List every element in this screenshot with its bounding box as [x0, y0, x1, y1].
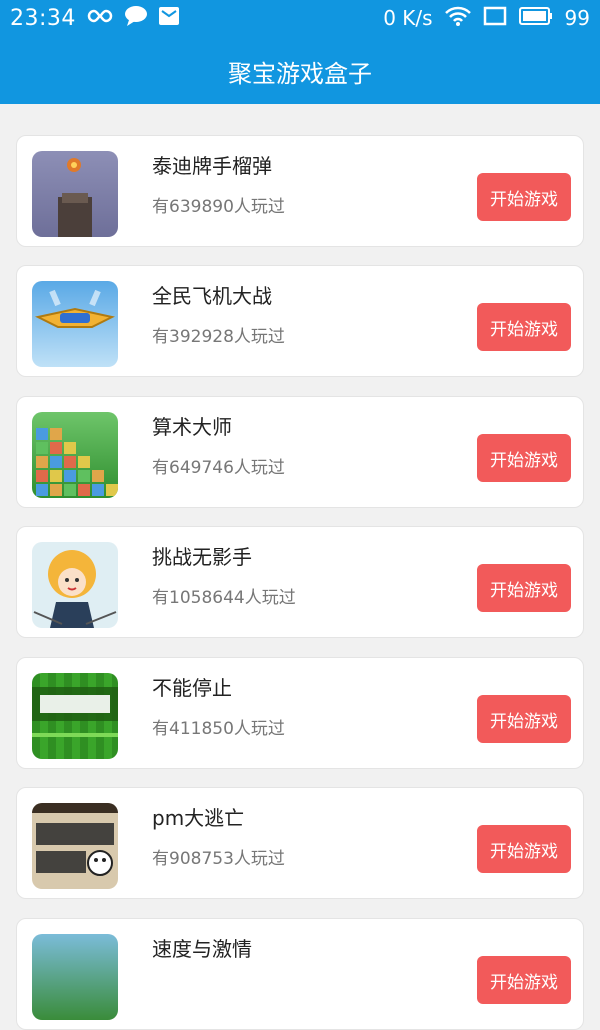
game-title: 全民飞机大战: [152, 284, 272, 308]
mail-icon: [158, 6, 180, 30]
nonstop-game-icon: [32, 673, 118, 759]
net-speed: 0 K/s: [383, 6, 433, 30]
status-time: 23:34: [10, 5, 76, 31]
battery-icon: [518, 7, 553, 29]
game-title: 算术大师: [152, 415, 232, 439]
game-card[interactable]: pm大逃亡 有908753人玩过 开始游戏: [16, 787, 584, 899]
game-title: 速度与激情: [152, 937, 252, 961]
game-card[interactable]: 泰迪牌手榴弹 有639890人玩过 开始游戏: [16, 135, 584, 247]
game-title: 不能停止: [152, 676, 232, 700]
battery-percent: 99: [564, 6, 590, 30]
game-title: 泰迪牌手榴弹: [152, 154, 272, 178]
status-bar: 23:34 0 K/s 99: [0, 0, 600, 38]
start-game-button[interactable]: 开始游戏: [477, 956, 571, 1004]
start-game-button[interactable]: 开始游戏: [477, 825, 571, 873]
play-count: 有392928人玩过: [152, 327, 285, 347]
play-count: 有639890人玩过: [152, 197, 285, 217]
game-title: 挑战无影手: [152, 545, 252, 569]
app-title: 聚宝游戏盒子: [228, 59, 372, 88]
play-count: 有1058644人玩过: [152, 588, 296, 608]
sim-icon: [483, 6, 507, 30]
plane-game-icon: [32, 281, 118, 367]
game-card[interactable]: 不能停止 有411850人玩过 开始游戏: [16, 657, 584, 769]
math-game-icon: [32, 412, 118, 498]
app-bar: 聚宝游戏盒子: [0, 38, 600, 104]
start-game-button[interactable]: 开始游戏: [477, 303, 571, 351]
pm-escape-game-icon: [32, 803, 118, 889]
grenade-game-icon: [32, 151, 118, 237]
start-game-button[interactable]: 开始游戏: [477, 564, 571, 612]
play-count: 有649746人玩过: [152, 458, 285, 478]
chat-icon: [124, 5, 148, 31]
game-card[interactable]: 算术大师 有649746人玩过 开始游戏: [16, 396, 584, 508]
game-card[interactable]: 速度与激情 开始游戏: [16, 918, 584, 1030]
play-count: 有411850人玩过: [152, 719, 285, 739]
link-icon: [86, 8, 114, 28]
wifi-icon: [444, 6, 471, 30]
game-title: pm大逃亡: [152, 806, 245, 830]
start-game-button[interactable]: 开始游戏: [477, 695, 571, 743]
game-card[interactable]: 全民飞机大战 有392928人玩过 开始游戏: [16, 265, 584, 377]
start-game-button[interactable]: 开始游戏: [477, 173, 571, 221]
start-game-button[interactable]: 开始游戏: [477, 434, 571, 482]
hand-game-icon: [32, 542, 118, 628]
speed-game-icon: [32, 934, 118, 1020]
game-card[interactable]: 挑战无影手 有1058644人玩过 开始游戏: [16, 526, 584, 638]
play-count: 有908753人玩过: [152, 849, 285, 869]
